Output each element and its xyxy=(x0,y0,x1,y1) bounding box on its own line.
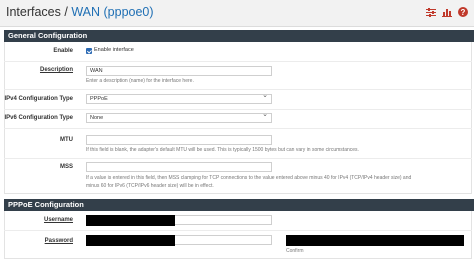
divider xyxy=(4,89,472,90)
ipv6-label: IPv6 Configuration Type xyxy=(4,115,73,121)
divider xyxy=(4,158,472,159)
header-icons: ? xyxy=(426,7,468,17)
mss-field[interactable] xyxy=(86,162,272,172)
page-header: Interfaces / WAN (pppoe0) ? xyxy=(0,0,474,27)
breadcrumb: Interfaces / WAN (pppoe0) xyxy=(6,5,154,19)
redaction-bar xyxy=(86,235,175,246)
confirm-help: Confirm xyxy=(286,248,304,254)
ipv4-select[interactable]: PPPoE xyxy=(86,92,272,104)
description-label: Description xyxy=(39,67,73,73)
divider xyxy=(4,128,472,129)
password-confirm-field[interactable] xyxy=(286,235,464,246)
mtu-field[interactable] xyxy=(86,135,272,145)
description-field[interactable]: WAN xyxy=(86,66,272,76)
help-icon[interactable]: ? xyxy=(458,7,468,17)
divider xyxy=(4,61,472,62)
password-label: Password xyxy=(44,238,73,244)
breadcrumb-interfaces[interactable]: Interfaces / xyxy=(6,5,68,19)
redaction-bar xyxy=(86,215,175,226)
svg-text:?: ? xyxy=(461,8,466,17)
mtu-help: If this field is blank, the adapter's de… xyxy=(86,147,359,153)
sliders-icon[interactable] xyxy=(426,7,436,17)
ipv4-label: IPv4 Configuration Type xyxy=(4,96,73,102)
enable-checkbox[interactable] xyxy=(86,48,92,54)
mss-help-line-1: If a value is entered in this field, the… xyxy=(86,175,412,181)
breadcrumb-current[interactable]: WAN (pppoe0) xyxy=(71,5,153,19)
ipv6-select[interactable]: None xyxy=(86,111,272,123)
description-help: Enter a description (name) for the inter… xyxy=(86,78,194,84)
divider xyxy=(4,109,472,110)
mss-help-line-2: minus 60 for IPv6 (TCP/IPv6 header size)… xyxy=(86,183,214,189)
ipv6-select-value: None xyxy=(90,115,104,121)
ipv4-select-value: PPPoE xyxy=(90,96,108,102)
enable-label: Enable xyxy=(53,48,73,54)
mss-label: MSS xyxy=(59,164,73,170)
bar-chart-icon[interactable] xyxy=(442,7,452,17)
divider xyxy=(4,230,472,231)
mtu-label: MTU xyxy=(60,137,73,143)
username-label: Username xyxy=(43,217,73,223)
section-header-general: General Configuration xyxy=(4,30,474,42)
section-header-pppoe: PPPoE Configuration xyxy=(4,199,474,211)
enable-checkbox-text: Enable interface xyxy=(94,47,134,53)
